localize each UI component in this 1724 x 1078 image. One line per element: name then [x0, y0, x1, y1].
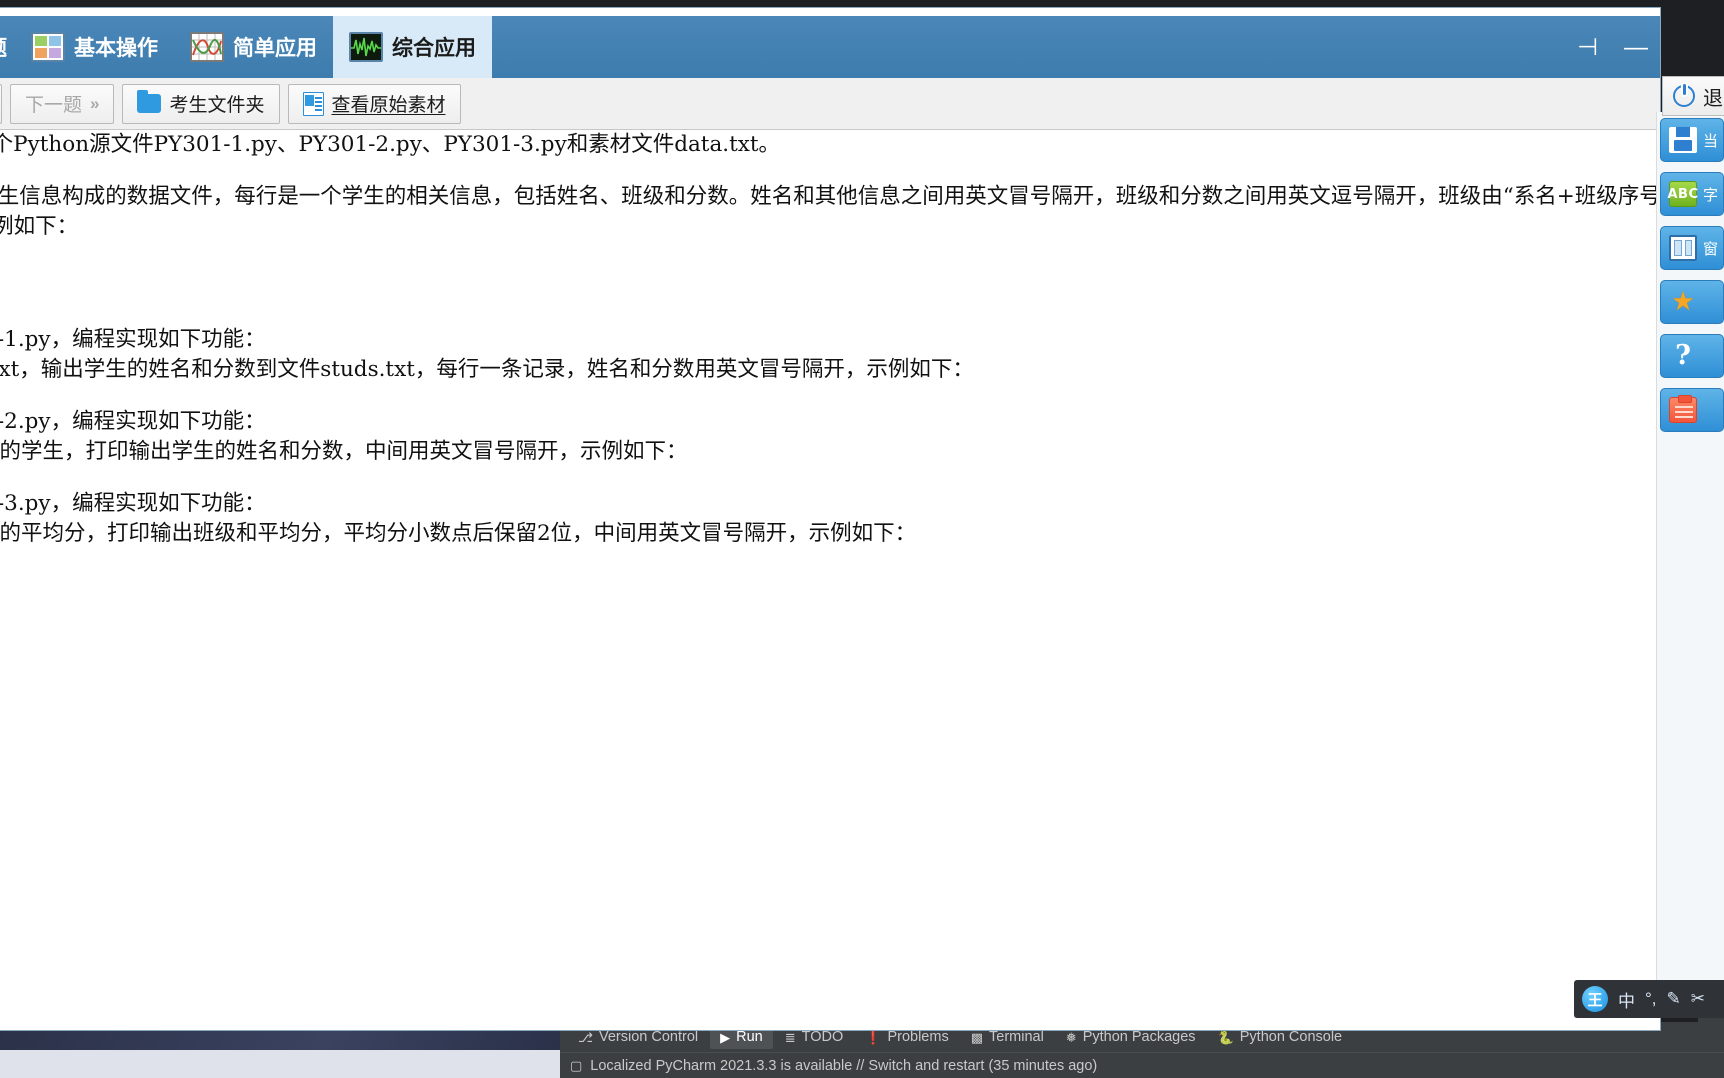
category-tab-basic-operations[interactable]: 基本操作 [15, 16, 174, 78]
question-mark-icon: ? [1675, 340, 1691, 371]
category-tab-label: 综合应用 [392, 36, 476, 60]
view-source-material-label: 查看原始素材 [331, 94, 446, 116]
help-button[interactable]: ? [1660, 334, 1724, 378]
power-icon [1673, 84, 1695, 107]
question-line: 计算并输出每个班级的平均分，打印输出班级和平均分，平均分小数点后保留2位，中间用… [0, 521, 917, 547]
category-tab-clipped[interactable]: 题 [0, 16, 15, 78]
question-line: 获得并输出分数最高的学生，打印输出学生的姓名和分数，中间用英文冒号隔开，示例如下… [0, 439, 688, 465]
document-icon [302, 91, 324, 116]
exit-label: 退 [1703, 85, 1723, 110]
question-line-gap [0, 304, 1660, 325]
question-line: 计算机1:427.55 [0, 550, 1660, 581]
category-tab-list: 题 基本操作 [0, 16, 492, 78]
ime-tools-icon[interactable]: ✂ [1691, 989, 1705, 1009]
waveform-icon [349, 32, 383, 62]
category-tab-comprehensive-application[interactable]: 综合应用 [333, 16, 492, 78]
category-ribbon: 题 基本操作 [0, 16, 1660, 78]
screen-root: 🔖 ☐ ▯ ⎇ Version Control ▶ Run ≣ TODO ❗ P… [0, 0, 1724, 1078]
play-icon: ▶ [720, 1029, 731, 1045]
warning-icon: ❗ [865, 1029, 882, 1045]
next-question-toolbar-button[interactable]: 下一题 » [10, 83, 115, 124]
branch-icon: ⎇ [578, 1029, 593, 1045]
pycharm-tab-label: Python Console [1239, 1029, 1343, 1045]
question-line: 张三:计算机1,340 [0, 243, 1660, 274]
pycharm-tab-label: Run [736, 1029, 763, 1045]
abc-button[interactable]: ABC 字 [1660, 172, 1724, 216]
ime-mode-chinese[interactable]: 中 [1618, 987, 1635, 1012]
window-controls: ⊣ — [1577, 36, 1648, 60]
pycharm-status-bar: ▢ Localized PyCharm 2021.3.3 is availabl… [560, 1052, 1724, 1078]
clipboard-icon [1669, 395, 1697, 423]
terminal-icon: ▩ [970, 1029, 983, 1045]
pycharm-tab-label: Python Packages [1082, 1029, 1196, 1045]
update-icon: ▢ [570, 1058, 583, 1073]
question-text-block: 考生文件夹下存在3个Python源文件PY301-1.py、PY301-2.py… [0, 130, 1660, 611]
layers-icon: ❅ [1065, 1029, 1077, 1045]
question-line-gap [0, 161, 1660, 182]
pin-icon[interactable]: ⊣ [1577, 36, 1598, 60]
ime-handwriting-icon[interactable]: ✎ [1667, 989, 1681, 1009]
slides-label: 窗 [1703, 239, 1719, 258]
save-answer-button[interactable]: 当 [1660, 118, 1724, 162]
pycharm-tab-label: TODO [801, 1029, 844, 1045]
candidate-folder-label: 考生文件夹 [169, 94, 265, 116]
question-line-gap [0, 386, 1660, 407]
exit-button[interactable]: 退 [1662, 76, 1724, 116]
pycharm-status-message[interactable]: Localized PyCharm 2021.3.3 is available … [590, 1058, 1097, 1074]
floppy-disk-icon [1669, 127, 1697, 153]
question-line: 考生文件夹下存在3个Python源文件PY301-1.py、PY301-2.py… [0, 132, 781, 157]
window-split-icon [1669, 235, 1697, 261]
slides-button[interactable]: 窗 [1660, 226, 1724, 270]
waveform-svg [351, 34, 381, 60]
ime-toolbar: 王 中 °, ✎ ✂ [1574, 980, 1724, 1018]
pycharm-tab-label: Problems [887, 1029, 949, 1045]
star-icon: ★ [1671, 286, 1695, 316]
question-line: 计算机2:360.08 [0, 580, 1660, 611]
chevron-double-right-icon: » [90, 93, 100, 113]
pycharm-tab-label: Terminal [989, 1029, 1044, 1045]
favorite-button[interactable]: ★ [1660, 280, 1724, 324]
right-tool-rail: 当 ABC 字 窗 ★ ? [1660, 118, 1724, 448]
category-tab-label: 基本操作 [74, 36, 158, 60]
list-icon: ≣ [784, 1029, 796, 1045]
pycharm-tool-window-bar: ⎇ Version Control ▶ Run ≣ TODO ❗ Problem… [560, 1022, 1724, 1078]
category-tab-simple-application[interactable]: 简单应用 [174, 16, 333, 78]
question-line: 李四:计算机1,450 [0, 273, 1660, 304]
question-line: 例如“计算机1”。示例如下： [0, 214, 79, 240]
python-icon: 🐍 [1217, 1029, 1234, 1045]
chart-curve-svg [192, 34, 222, 60]
question-content-area: 考生文件夹下存在3个Python源文件PY301-1.py、PY301-2.py… [0, 130, 1660, 920]
minimize-icon[interactable]: — [1624, 36, 1648, 60]
question-line: 读入素材文件data.txt，输出学生的姓名和分数到文件studs.txt，每行… [0, 357, 974, 383]
pycharm-tab-label: Version Control [598, 1029, 699, 1045]
question-line: 3．打开文件PY301-3.py，编程实现如下功能： [0, 490, 266, 516]
question-line: 2．打开文件PY301-2.py，编程实现如下功能： [0, 408, 266, 434]
ime-logo-icon[interactable]: 王 [1582, 986, 1608, 1012]
category-tab-label: 题 [0, 32, 7, 62]
abc-label: 字 [1703, 185, 1719, 204]
exam-window: 题 基本操作 [0, 8, 1660, 1030]
ime-punctuation-icon[interactable]: °, [1645, 989, 1657, 1009]
save-answer-label: 当 [1703, 131, 1719, 150]
clipboard-button[interactable] [1660, 388, 1724, 432]
basic-operations-icon [31, 32, 65, 62]
abc-green-icon: ABC [1668, 181, 1698, 207]
next-question-label: 下一题 [25, 94, 83, 116]
question-line: 1．打开文件PY301-1.py，编程实现如下功能： [0, 326, 266, 352]
candidate-folder-button[interactable]: 考生文件夹 [122, 83, 280, 124]
folder-icon [137, 90, 162, 113]
question-line: data.txt是一个由学生信息构成的数据文件，每行是一个学生的相关信息，包括姓… [0, 183, 1660, 209]
chart-curve-icon [190, 32, 224, 62]
question-line-gap [0, 468, 1660, 489]
view-source-material-button[interactable]: 查看原始素材 [287, 83, 461, 124]
toolbar-stub-button[interactable] [0, 83, 2, 124]
exam-toolbar: 下一题 » 考生文件夹 查看原始素材 [0, 78, 1660, 130]
category-tab-label: 简单应用 [233, 36, 317, 60]
